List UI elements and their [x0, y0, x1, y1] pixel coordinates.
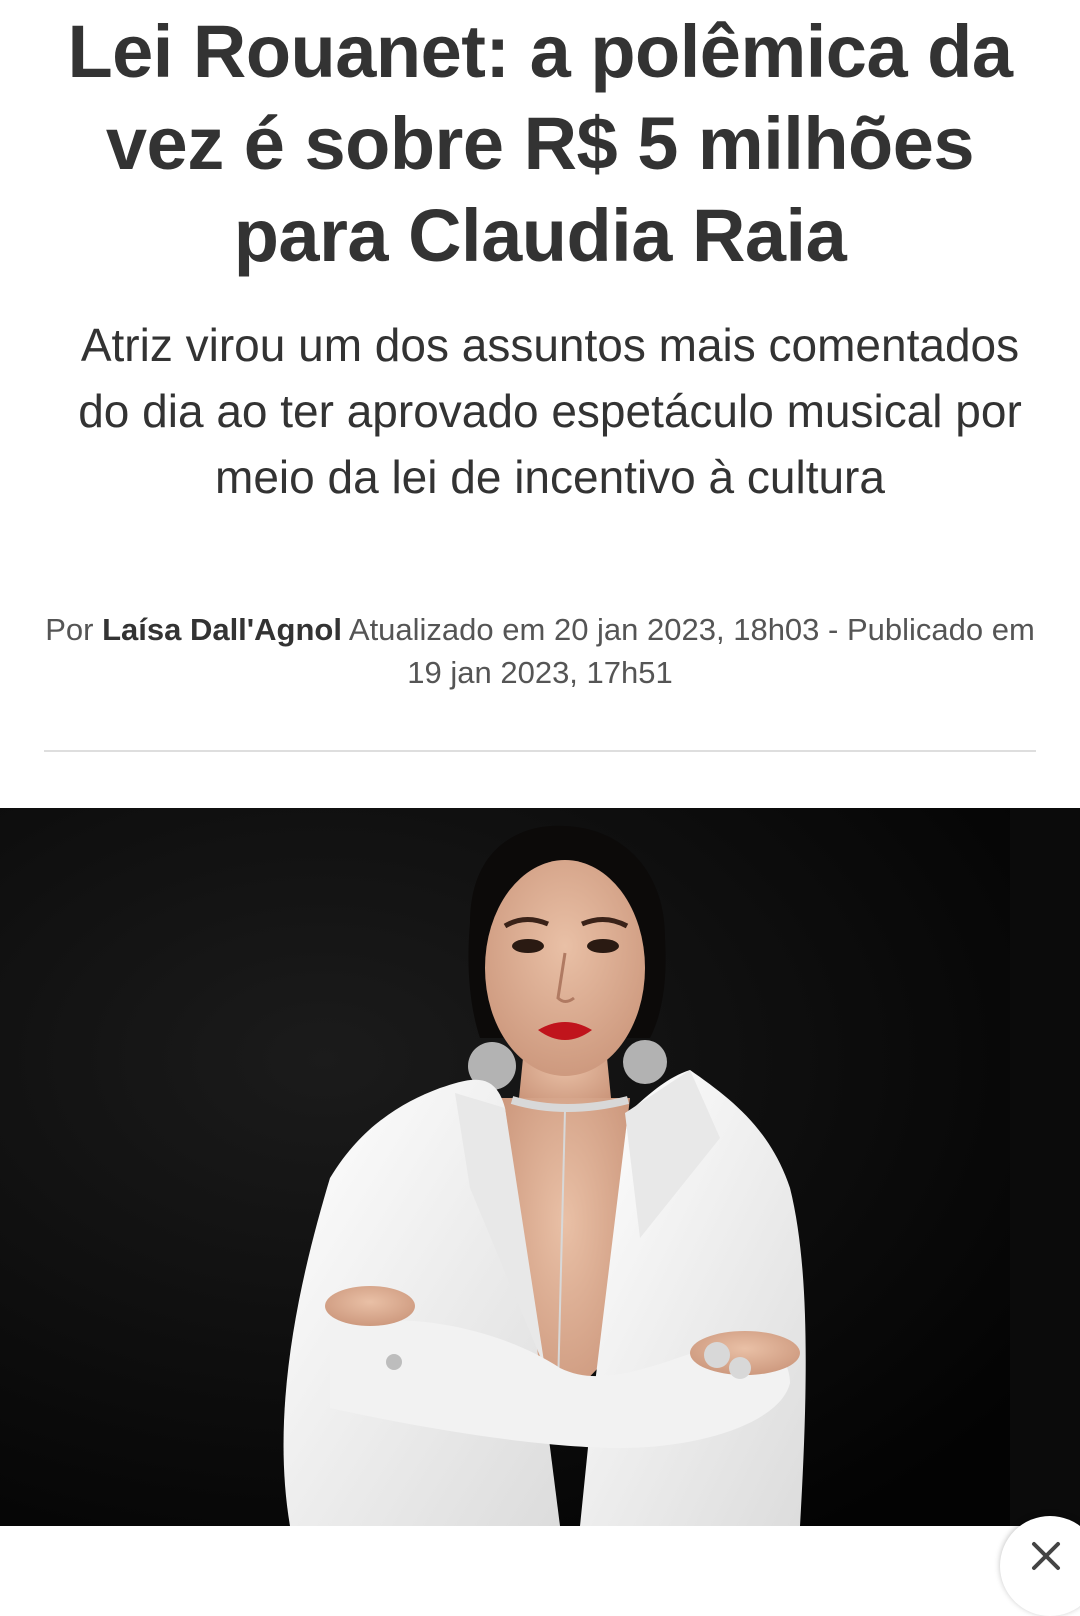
- article-byline: Por Laísa Dall'Agnol Atualizado em 20 ja…: [40, 608, 1040, 694]
- byline-dates: Atualizado em 20 jan 2023, 18h03 - Publi…: [348, 612, 1035, 690]
- byline-prefix: Por: [45, 612, 94, 647]
- bottom-overlay-strip: [0, 1526, 1080, 1558]
- article-divider: [44, 750, 1036, 752]
- photo-illustration: [0, 808, 1080, 1526]
- byline-author[interactable]: Laísa Dall'Agnol: [102, 612, 342, 647]
- close-icon[interactable]: [1028, 1538, 1064, 1574]
- article-photo: [0, 808, 1080, 1526]
- article-subheadline: Atriz virou um dos assuntos mais comenta…: [78, 319, 1022, 503]
- article-headline: Lei Rouanet: a polêmica da vez é sobre R…: [67, 10, 1013, 277]
